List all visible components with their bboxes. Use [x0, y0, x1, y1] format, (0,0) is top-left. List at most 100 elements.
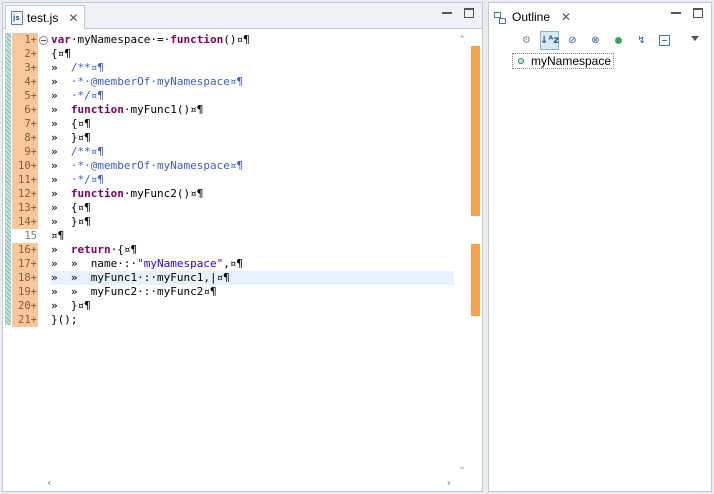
code-token: » {¤¶ — [51, 117, 91, 130]
tab-label: test.js — [27, 10, 59, 25]
line-number: 19+ — [12, 285, 38, 299]
line-number: 21+ — [12, 313, 38, 327]
line-number: 12+ — [12, 187, 38, 201]
sort-alphabetically-icon[interactable]: ↓ᴬz — [540, 31, 559, 50]
outline-tree-item[interactable]: myNamespace — [512, 53, 615, 69]
code-line[interactable]: » function·myFunc2()¤¶ — [51, 187, 454, 201]
code-token: ·myFunc2()¤¶ — [123, 187, 204, 200]
close-icon[interactable]: ✕ — [561, 11, 571, 23]
hide-local-types-icon[interactable]: ↯ — [632, 31, 651, 50]
change-ruler — [5, 33, 11, 325]
code-line[interactable]: var·myNamespace·=·function()¤¶ — [51, 33, 454, 47]
code-line[interactable]: » /**¤¶ — [51, 61, 454, 75]
code-line[interactable]: » /**¤¶ — [51, 145, 454, 159]
code-token: » — [51, 145, 71, 158]
code-token: » » myFunc2·:·myFunc2¤¶ — [51, 285, 217, 298]
editor-body[interactable]: 1+ 2+ 3+ 4+ 5+ 6+ 7+ 8+ 9+ 10+ 11+ 12+ 13+ 14+ 15 16+ 17… — [3, 30, 482, 491]
line-number: 4+ — [12, 75, 38, 89]
code-line[interactable]: » ·*/¤¶ — [51, 89, 454, 103]
code-token: ()¤¶ — [223, 33, 250, 46]
code-line[interactable]: » ·*/¤¶ — [51, 173, 454, 187]
code-line[interactable]: » ·*·@memberOf·myNamespace¤¶ — [51, 159, 454, 173]
line-number: 10+ — [12, 159, 38, 173]
close-icon[interactable]: ✕ — [68, 12, 78, 24]
hide-non-public-icon[interactable] — [609, 31, 628, 50]
code-line[interactable]: » }¤¶ — [51, 215, 454, 229]
line-number: 16+ — [12, 243, 38, 257]
code-line[interactable]: » » myFunc2·:·myFunc2¤¶ — [51, 285, 454, 299]
code-token: ·myFunc1()¤¶ — [123, 103, 204, 116]
editor-tabbar: test.js ✕ — [3, 3, 482, 29]
code-line[interactable]: » {¤¶ — [51, 201, 454, 215]
line-number: 14+ — [12, 215, 38, 229]
tab-outline[interactable]: Outline ✕ — [491, 5, 571, 29]
code-token: » — [51, 173, 71, 186]
outline-pane: Outline ✕ ⚙ ↓ᴬz ⊘ ⊗ ↯ myNamespace — [488, 2, 712, 492]
code-token: function — [70, 187, 124, 200]
code-line[interactable]: » » name·:·"myNamespace",¤¶ — [51, 257, 454, 271]
overview-ruler[interactable] — [471, 46, 480, 476]
code-line[interactable]: » }¤¶ — [51, 299, 454, 313]
scroll-down-icon[interactable]: ⌄ — [457, 462, 467, 472]
hide-fields-icon[interactable]: ⊘ — [563, 31, 582, 50]
code-line[interactable]: » ·*·@memberOf·myNamespace¤¶ — [51, 75, 454, 89]
code-token: /**¤¶ — [70, 61, 104, 74]
code-token: » — [51, 187, 71, 200]
line-number: 2+ — [12, 47, 38, 61]
tab-test-js[interactable]: test.js ✕ — [5, 5, 85, 29]
scroll-left-icon[interactable]: ‹ — [47, 476, 51, 489]
code-token: ·*/¤¶ — [70, 89, 104, 102]
code-token: » — [51, 61, 71, 74]
scroll-right-icon[interactable]: › — [447, 476, 451, 489]
maximize-icon[interactable] — [464, 8, 474, 18]
code-line[interactable]: » function·myFunc1()¤¶ — [51, 103, 454, 117]
editor-pane: test.js ✕ 1+2+3+4+5+6+7+8+9+10+11+12+13+… — [2, 2, 483, 492]
hide-static-icon[interactable]: ⊗ — [586, 31, 605, 50]
view-menu-icon[interactable] — [691, 36, 699, 41]
code-line[interactable]: {¤¶ — [51, 47, 454, 61]
line-number: 5+ — [12, 89, 38, 103]
code-token: ·*·@memberOf·myNamespace¤¶ — [70, 159, 244, 172]
code-line[interactable]: }(); — [51, 313, 454, 327]
code-token: » }¤¶ — [51, 131, 91, 144]
minimize-icon[interactable] — [671, 8, 681, 18]
code-line[interactable]: » » myFunc1·:·myFunc1,|¤¶ — [51, 271, 454, 285]
outline-icon — [494, 11, 507, 24]
code-token: }(); — [51, 313, 78, 326]
code-area[interactable]: var·myNamespace·=·function()¤¶ {¤¶» /**¤¶… — [51, 33, 454, 327]
vertical-scrollbar[interactable]: ⌃ ⌄ — [455, 33, 469, 474]
line-number: 18+ — [12, 271, 38, 285]
code-token: » » name·:· — [51, 257, 138, 270]
collapse-all-icon[interactable] — [655, 31, 674, 50]
minimize-icon[interactable] — [442, 8, 452, 18]
code-line[interactable]: ¤¶ — [51, 229, 454, 243]
code-token: ·{¤¶ — [110, 243, 138, 256]
change-marker[interactable] — [471, 244, 480, 316]
code-line[interactable]: » {¤¶ — [51, 117, 454, 131]
code-token: » — [51, 103, 71, 116]
line-number: 8+ — [12, 131, 38, 145]
code-token: » {¤¶ — [51, 201, 91, 214]
code-line[interactable]: » return·{¤¶ — [51, 243, 454, 257]
code-token: » — [51, 89, 71, 102]
collapse-fold-icon[interactable] — [39, 36, 48, 45]
horizontal-scrollbar[interactable]: ‹ › — [43, 475, 455, 489]
code-token: ,¤¶ — [223, 257, 244, 270]
code-token: » — [51, 159, 71, 172]
code-token: return — [70, 243, 111, 256]
change-marker[interactable] — [471, 46, 480, 216]
show-groups-icon[interactable]: ⚙ — [517, 31, 536, 50]
code-token: function — [170, 33, 224, 46]
code-token: ¤¶ — [51, 229, 65, 242]
scroll-up-icon[interactable]: ⌃ — [457, 35, 467, 45]
code-line[interactable]: » }¤¶ — [51, 131, 454, 145]
code-token: "myNamespace" — [137, 257, 224, 270]
outline-toolbar: ⚙ ↓ᴬz ⊘ ⊗ ↯ — [517, 31, 674, 50]
line-number: 1+ — [12, 33, 38, 47]
tree-item-label: myNamespace — [531, 54, 612, 68]
line-number: 20+ — [12, 299, 38, 313]
code-token: ·*/¤¶ — [70, 173, 104, 186]
maximize-icon[interactable] — [693, 8, 703, 18]
line-number: 17+ — [12, 257, 38, 271]
code-token: ·*·@memberOf·myNamespace¤¶ — [70, 75, 244, 88]
